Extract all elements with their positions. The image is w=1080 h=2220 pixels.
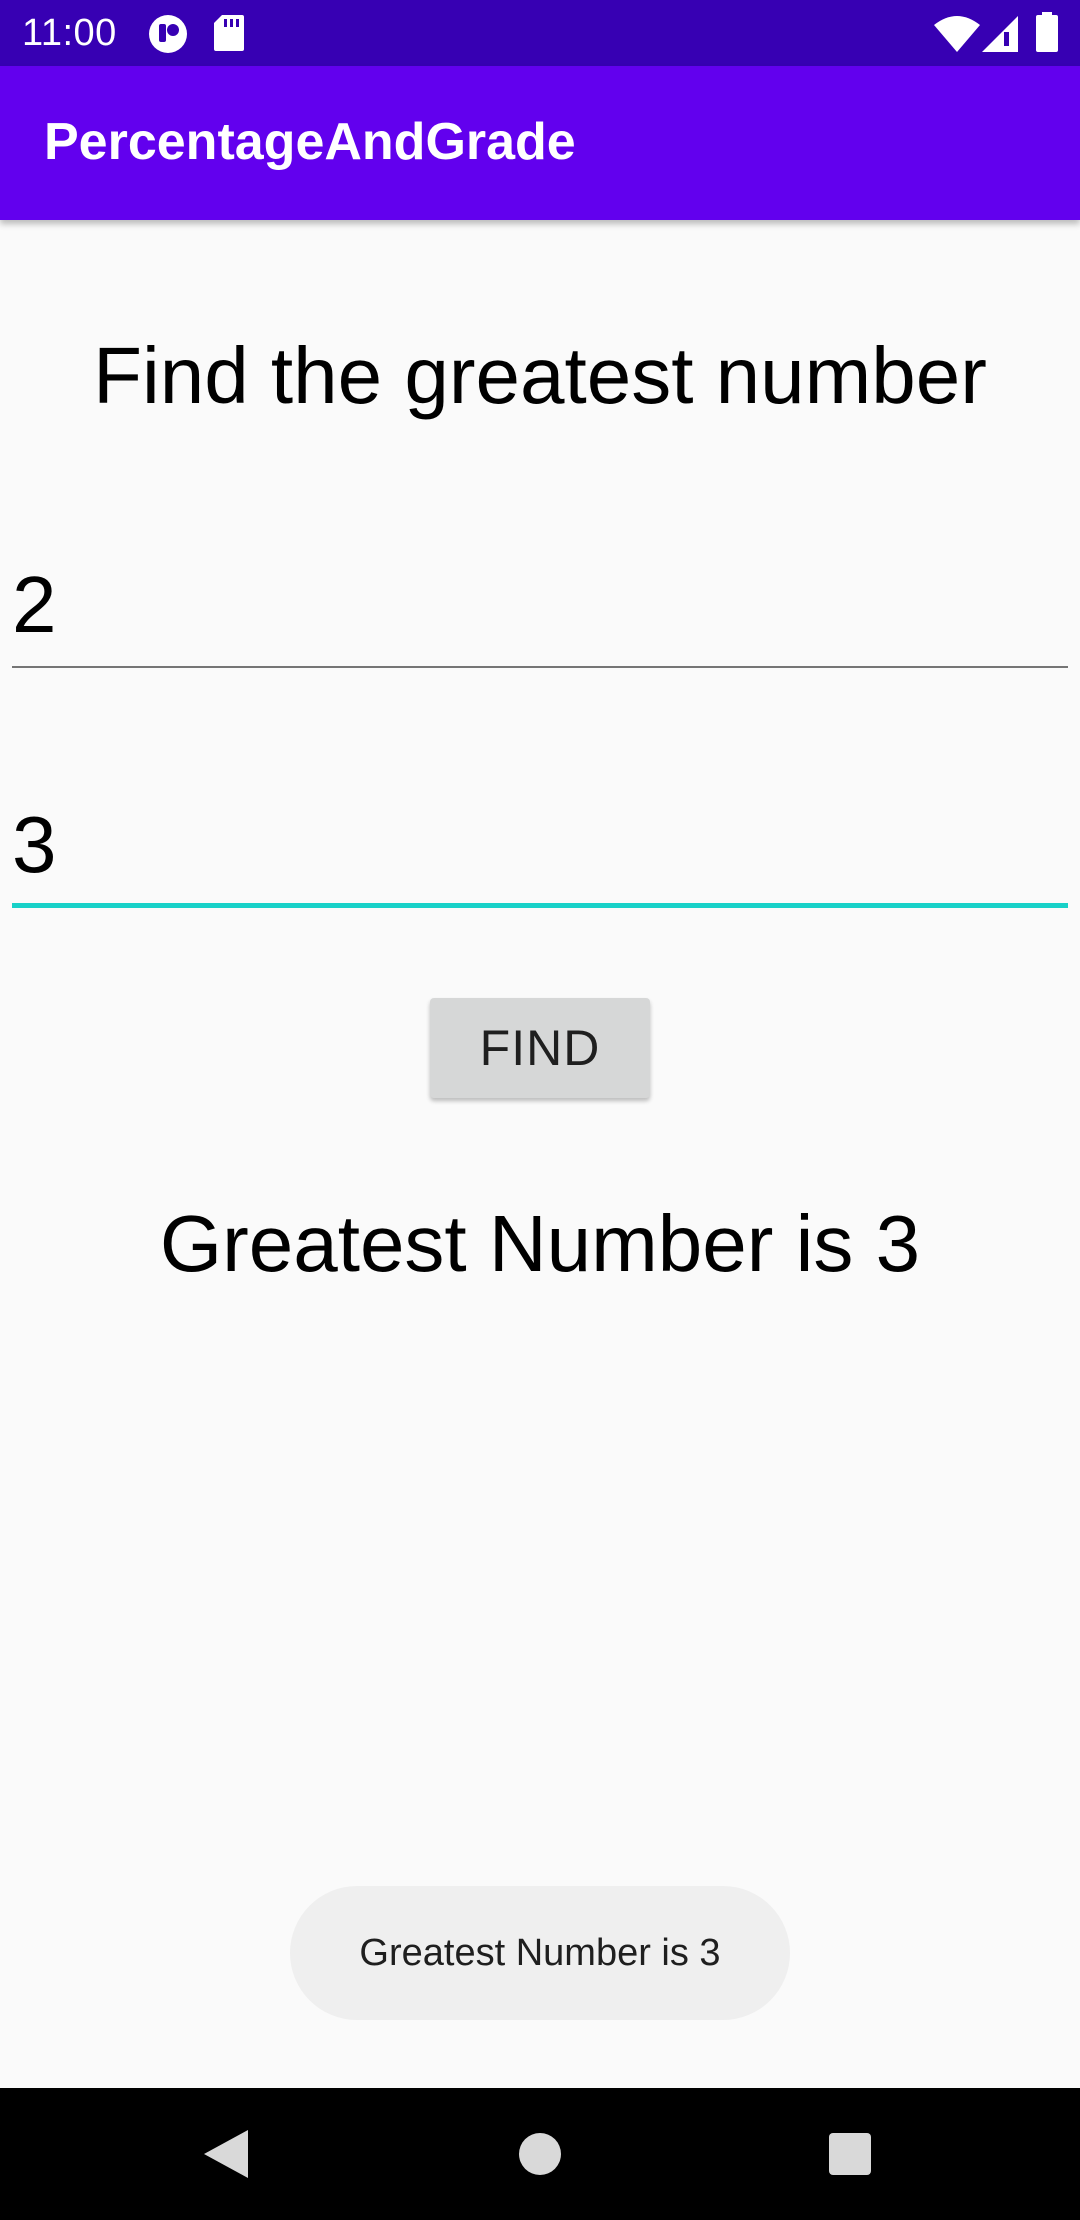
sd-card-icon <box>214 15 244 51</box>
page-title: Find the greatest number <box>93 331 987 420</box>
wifi-icon <box>934 16 980 52</box>
number-input-1[interactable]: 2 <box>12 560 1068 668</box>
number-input-2-value[interactable]: 3 <box>12 800 57 890</box>
back-icon[interactable] <box>204 2130 248 2178</box>
toast-message: Greatest Number is 3 <box>290 1886 790 2020</box>
number-input-1-underline <box>12 666 1068 668</box>
status-time: 11:00 <box>22 12 117 54</box>
app-bar: PercentageAndGrade <box>0 66 1080 220</box>
number-input-1-value[interactable]: 2 <box>12 560 57 650</box>
app-title: PercentageAndGrade <box>44 113 576 171</box>
navigation-bar <box>0 2088 1080 2220</box>
result-text: Greatest Number is 3 <box>159 1199 921 1288</box>
home-icon[interactable] <box>518 2132 562 2176</box>
recents-icon[interactable] <box>829 2133 871 2175</box>
battery-icon <box>1036 12 1058 52</box>
notification-app-icon <box>149 15 187 53</box>
number-input-2-underline <box>12 903 1068 908</box>
number-input-2[interactable]: 3 <box>12 800 1068 908</box>
status-bar: 11:00 <box>0 0 1080 66</box>
cell-signal-icon <box>982 16 1018 52</box>
find-button[interactable]: FIND <box>430 998 650 1098</box>
